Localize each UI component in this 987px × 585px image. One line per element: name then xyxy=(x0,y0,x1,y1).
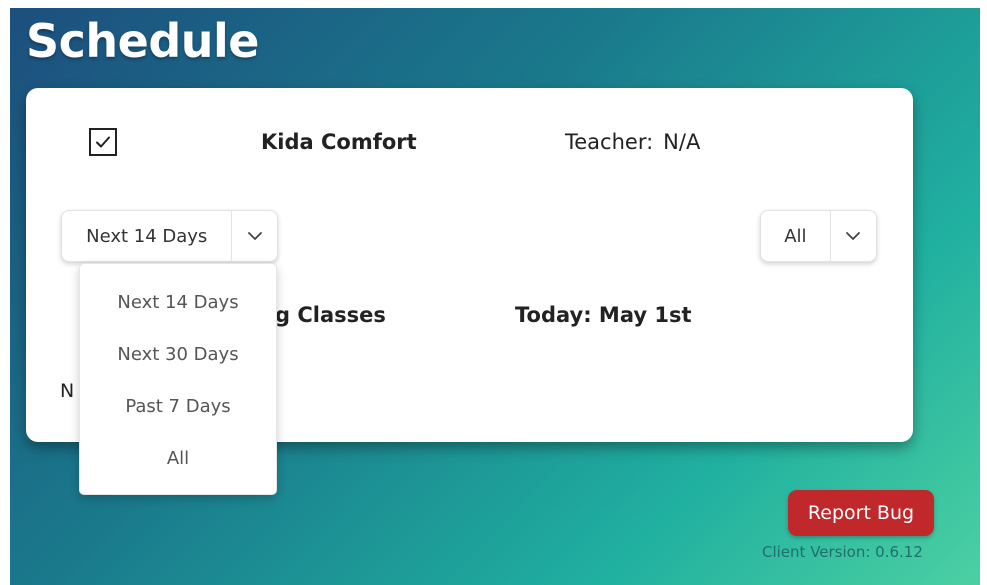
checkmark-icon xyxy=(96,136,110,148)
dropdown-option-next-14-days[interactable]: Next 14 Days xyxy=(80,276,276,328)
dropdown-option-past-7-days[interactable]: Past 7 Days xyxy=(80,380,276,432)
dropdown-option-all[interactable]: All xyxy=(80,432,276,484)
report-bug-button[interactable]: Report Bug xyxy=(788,490,934,536)
teacher-info: Teacher: N/A xyxy=(565,130,700,154)
client-version: Client Version: 0.6.12 xyxy=(762,543,923,561)
date-range-selected: Next 14 Days xyxy=(86,225,208,247)
student-checkbox[interactable] xyxy=(89,128,117,156)
date-range-select[interactable]: Next 14 Days xyxy=(61,210,278,262)
student-name: Kida Comfort xyxy=(261,130,417,154)
empty-message: N xyxy=(60,380,75,402)
today-date: Today: May 1st xyxy=(515,303,692,327)
chevron-down-icon[interactable] xyxy=(831,231,876,241)
dropdown-option-next-30-days[interactable]: Next 30 Days xyxy=(80,328,276,380)
classes-heading: g Classes xyxy=(275,303,386,327)
page-title: Schedule xyxy=(26,14,260,68)
class-filter-selected: All xyxy=(784,225,807,247)
class-filter-select[interactable]: All xyxy=(760,210,877,262)
date-range-dropdown-menu: Next 14 Days Next 30 Days Past 7 Days Al… xyxy=(79,263,277,495)
chevron-down-icon[interactable] xyxy=(232,231,277,241)
teacher-label: Teacher: xyxy=(565,130,654,154)
teacher-value: N/A xyxy=(663,130,701,154)
